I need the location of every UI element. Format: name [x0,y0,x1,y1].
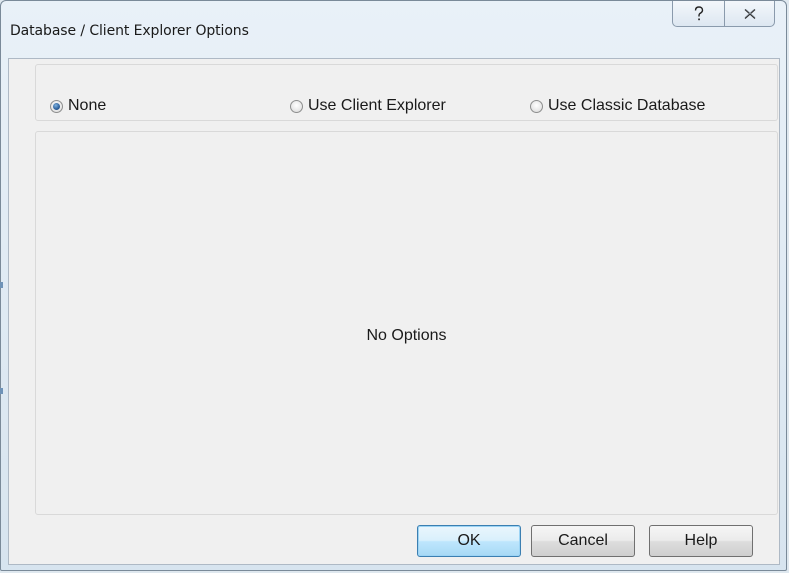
window-title: Database / Client Explorer Options [10,23,249,39]
dialog-window: Database / Client Explorer Options None [0,0,787,571]
radio-none[interactable]: None [50,97,106,115]
title-help-button[interactable] [672,1,724,27]
radio-checked-icon [50,99,63,113]
mode-radio-group: None Use Client Explorer Use Classic Dat… [35,64,778,121]
options-panel: No Options [35,131,778,515]
dialog-client-area: None Use Client Explorer Use Classic Dat… [8,58,780,565]
radio-use-client-explorer[interactable]: Use Client Explorer [290,97,446,115]
radio-none-label: None [68,97,107,114]
window-edge-mark [0,388,3,394]
help-button[interactable]: Help [649,525,753,557]
title-bar-buttons [672,1,775,29]
title-close-button[interactable] [724,1,775,27]
radio-unchecked-icon [290,99,303,113]
window-edge-mark [0,282,3,288]
radio-use-classic-database[interactable]: Use Classic Database [530,97,705,115]
title-bar[interactable]: Database / Client Explorer Options [1,1,786,59]
radio-classic-database-label: Use Classic Database [548,97,706,114]
no-options-message: No Options [366,327,447,344]
radio-unchecked-icon [530,99,543,113]
radio-client-explorer-label: Use Client Explorer [308,97,446,114]
ok-button[interactable]: OK [417,525,521,557]
cancel-button[interactable]: Cancel [531,525,635,557]
close-x-icon [744,8,755,19]
question-mark-icon [694,5,703,20]
